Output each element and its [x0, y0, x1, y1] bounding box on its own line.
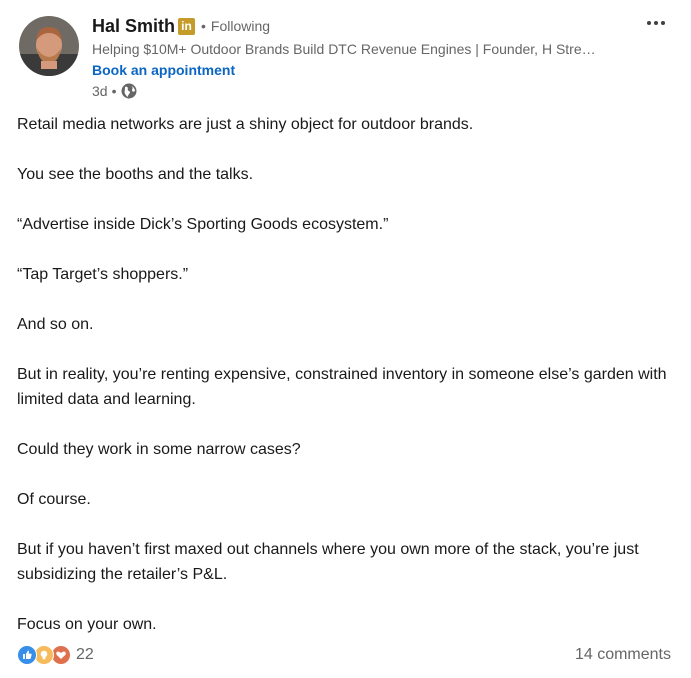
author-headline[interactable]: Helping $10M+ Outdoor Brands Build DTC R…	[92, 40, 620, 58]
post-card: Hal Smith in • Following Helping $10M+ O…	[0, 0, 691, 678]
reaction-count: 22	[76, 646, 94, 663]
post-paragraph: You see the booths and the talks.	[17, 166, 254, 183]
book-appointment-link[interactable]: Book an appointment	[92, 61, 235, 79]
like-icon	[17, 645, 37, 665]
separator-dot: •	[111, 83, 117, 99]
post-paragraph: Of course.	[17, 491, 91, 508]
follow-status[interactable]: Following	[211, 18, 270, 34]
author-name-line: Hal Smith in • Following	[92, 14, 632, 38]
post-body: Retail media networks are just a shiny o…	[17, 112, 677, 662]
post-header: Hal Smith in • Following Helping $10M+ O…	[92, 14, 632, 100]
reactions-summary[interactable]: 22	[17, 645, 94, 665]
post-meta: 3d •	[92, 82, 632, 100]
more-options-button[interactable]	[642, 10, 670, 36]
love-icon	[51, 645, 71, 665]
post-paragraph: But if you haven’t first maxed out chann…	[17, 541, 639, 583]
post-paragraph: And so on.	[17, 316, 94, 333]
insightful-icon	[34, 645, 54, 665]
linkedin-premium-icon: in	[178, 17, 196, 35]
post-paragraph: But in reality, you’re renting expensive…	[17, 366, 667, 408]
comments-count-link[interactable]: 14 comments	[575, 646, 671, 664]
author-name[interactable]: Hal Smith	[92, 16, 175, 37]
social-counts-bar: 22 14 comments	[17, 643, 671, 667]
post-paragraph: “Tap Target’s shoppers.”	[17, 266, 189, 283]
separator-dot: •	[201, 18, 206, 34]
post-timestamp[interactable]: 3d	[92, 83, 108, 99]
post-paragraph: Could they work in some narrow cases?	[17, 441, 301, 458]
post-paragraph: “Advertise inside Dick’s Sporting Goods …	[17, 216, 389, 233]
post-paragraph: Focus on your own.	[17, 616, 157, 633]
post-paragraph: Retail media networks are just a shiny o…	[17, 116, 474, 133]
author-avatar[interactable]	[19, 16, 79, 76]
ellipsis-icon	[647, 21, 665, 25]
globe-icon	[120, 82, 138, 100]
